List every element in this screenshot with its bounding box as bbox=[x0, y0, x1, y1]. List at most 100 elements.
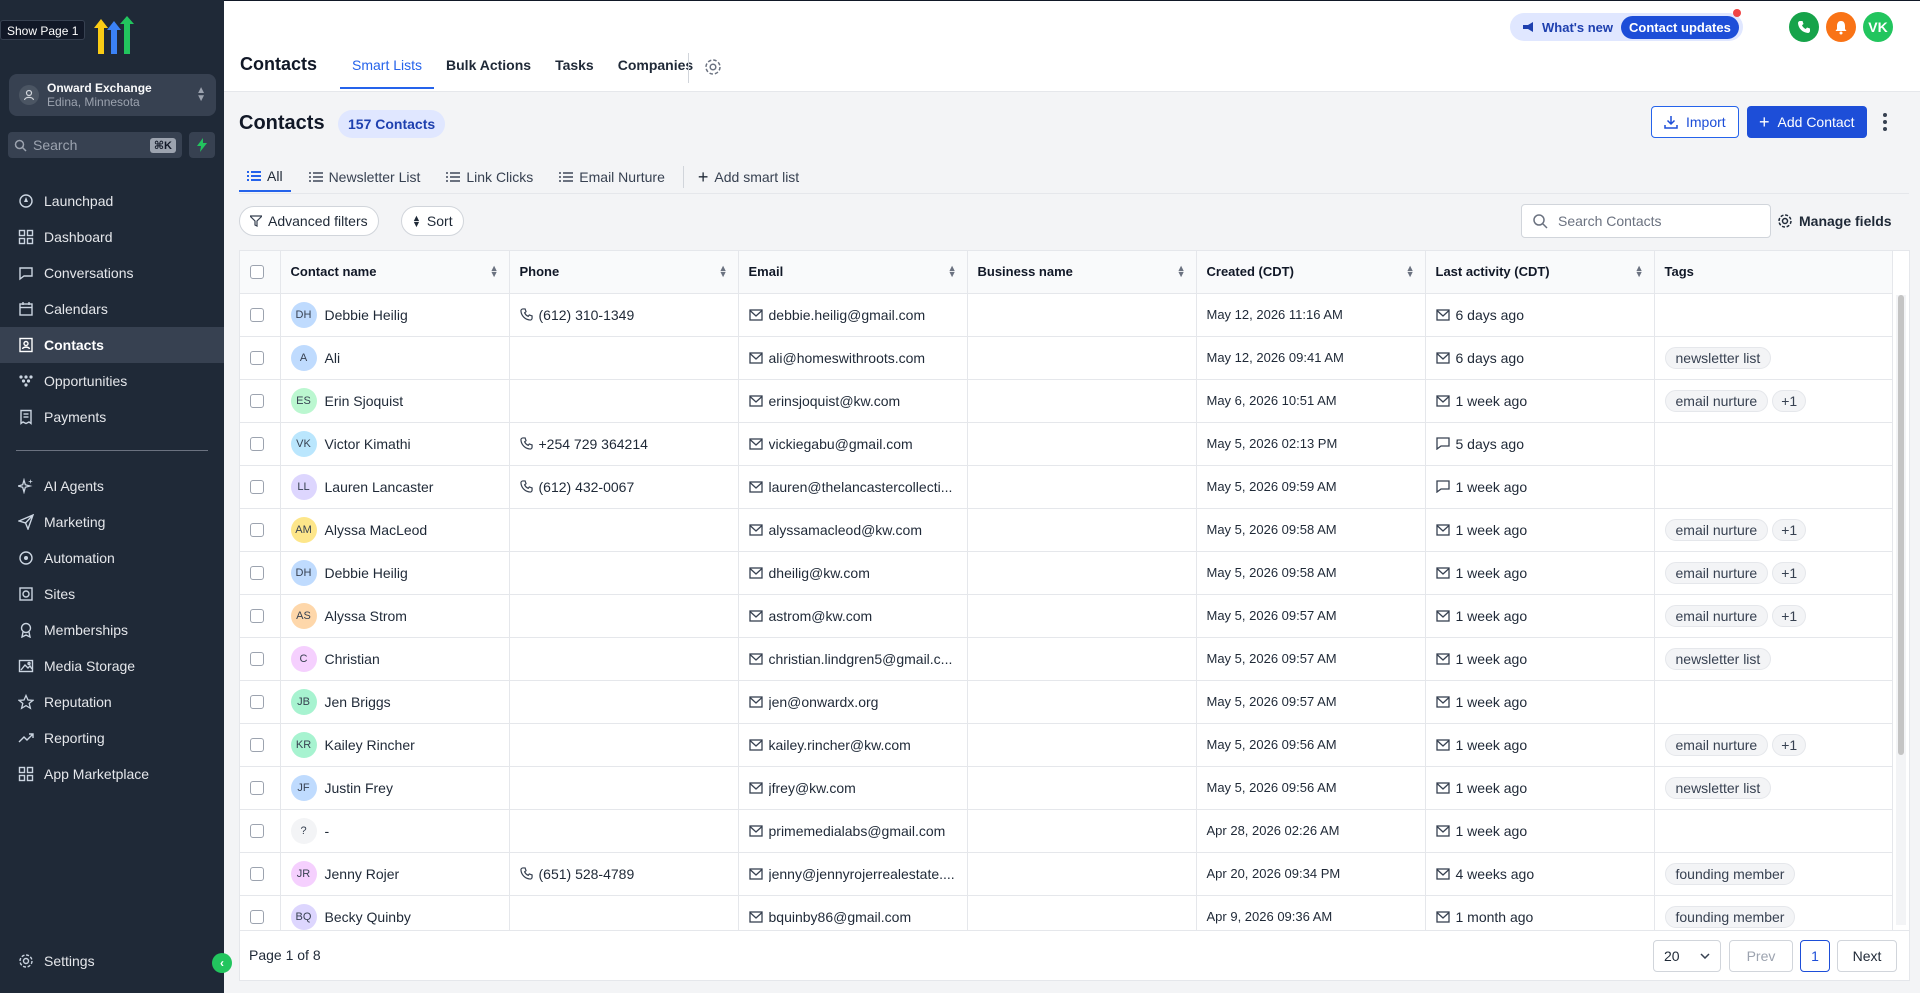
phone-number[interactable]: +254 729 364214 bbox=[539, 436, 648, 452]
contact-name-cell[interactable]: JB Jen Briggs bbox=[280, 680, 510, 724]
contact-name[interactable]: Kailey Rincher bbox=[325, 737, 415, 753]
row-checkbox[interactable] bbox=[250, 307, 264, 322]
select-all-checkbox[interactable] bbox=[250, 264, 264, 279]
tag-chip[interactable]: email nurture bbox=[1664, 389, 1769, 412]
contact-name-cell[interactable]: ? - bbox=[280, 809, 510, 853]
table-row[interactable]: C Christian christian.lindgren5@gmail.c...… bbox=[240, 637, 1893, 681]
sidebar-item-app-marketplace[interactable]: App Marketplace bbox=[0, 756, 224, 792]
add-contact-button[interactable]: + Add Contact bbox=[1747, 106, 1867, 138]
sidebar-item-reputation[interactable]: Reputation bbox=[0, 684, 224, 720]
column-header-created[interactable]: Created (CDT) ▲ ▼ bbox=[1196, 251, 1426, 294]
more-tags-badge[interactable]: +1 bbox=[1772, 733, 1807, 756]
contact-name[interactable]: Alyssa Strom bbox=[325, 608, 407, 624]
tag-chip[interactable]: founding member bbox=[1664, 862, 1796, 885]
advanced-filters-button[interactable]: Advanced filters bbox=[239, 206, 379, 236]
email-address[interactable]: debbie.heilig@gmail.com bbox=[769, 307, 926, 323]
phone-number[interactable]: (612) 432-0067 bbox=[539, 479, 635, 495]
table-row[interactable]: JF Justin Frey jfrey@kw.com May 5, 2026 09:… bbox=[240, 766, 1893, 810]
sort-arrows-icon[interactable]: ▲ ▼ bbox=[719, 264, 728, 279]
contact-name-cell[interactable]: A Ali bbox=[280, 336, 510, 380]
sidebar-item-payments[interactable]: Payments bbox=[0, 399, 224, 435]
sidebar-item-ai-agents[interactable]: AI Agents bbox=[0, 468, 224, 504]
notifications-button[interactable] bbox=[1826, 12, 1856, 42]
email-address[interactable]: lauren@thelancastercollecti... bbox=[769, 479, 953, 495]
sidebar-item-media-storage[interactable]: Media Storage bbox=[0, 648, 224, 684]
tag-chip[interactable]: email nurture bbox=[1664, 561, 1769, 584]
table-row[interactable]: BQ Becky Quinby bquinby86@gmail.com Apr 9, … bbox=[240, 895, 1893, 930]
tag-chip[interactable]: newsletter list bbox=[1664, 346, 1772, 369]
per-page-select[interactable]: 20 bbox=[1653, 940, 1721, 972]
contact-name[interactable]: Alyssa MacLeod bbox=[325, 522, 428, 538]
tab-tasks[interactable]: Tasks bbox=[543, 45, 606, 89]
sort-arrows-icon[interactable]: ▲ ▼ bbox=[948, 264, 957, 279]
prev-page-button[interactable]: Prev bbox=[1729, 940, 1793, 972]
sidebar-item-memberships[interactable]: Memberships bbox=[0, 612, 224, 648]
smart-tab-email-nurture[interactable]: Email Nurture bbox=[551, 162, 673, 192]
contact-name[interactable]: Ali bbox=[325, 350, 341, 366]
sort-button[interactable]: ▲ ▼ Sort bbox=[401, 206, 464, 236]
column-header-contact-name[interactable]: Contact name ▲ ▼ bbox=[280, 251, 510, 294]
row-checkbox[interactable] bbox=[250, 565, 264, 580]
row-checkbox[interactable] bbox=[250, 823, 264, 838]
table-row[interactable]: LL Lauren Lancaster (612) 432-0067 lauren@t… bbox=[240, 465, 1893, 509]
table-row[interactable]: VK Victor Kimathi +254 729 364214 vickiegab… bbox=[240, 422, 1893, 466]
add-smart-list-button[interactable]: + Add smart list bbox=[690, 162, 807, 192]
contact-name-cell[interactable]: AM Alyssa MacLeod bbox=[280, 508, 510, 552]
email-address[interactable]: ali@homeswithroots.com bbox=[769, 350, 926, 366]
tag-chip[interactable]: email nurture bbox=[1664, 604, 1769, 627]
more-options-icon[interactable] bbox=[1882, 112, 1888, 132]
email-address[interactable]: jen@onwardx.org bbox=[769, 694, 879, 710]
email-address[interactable]: alyssamacleod@kw.com bbox=[769, 522, 923, 538]
tab-smart-lists[interactable]: Smart Lists bbox=[340, 45, 435, 89]
column-header-business-name[interactable]: Business name ▲ ▼ bbox=[967, 251, 1197, 294]
row-checkbox[interactable] bbox=[250, 866, 264, 881]
table-row[interactable]: AM Alyssa MacLeod alyssamacleod@kw.com May … bbox=[240, 508, 1893, 552]
sidebar-item-contacts[interactable]: Contacts bbox=[0, 327, 224, 363]
tab-companies[interactable]: Companies bbox=[606, 45, 705, 89]
row-checkbox[interactable] bbox=[250, 694, 264, 709]
row-checkbox[interactable] bbox=[250, 780, 264, 795]
row-checkbox[interactable] bbox=[250, 522, 264, 537]
next-page-button[interactable]: Next bbox=[1837, 940, 1897, 972]
tag-chip[interactable]: email nurture bbox=[1664, 733, 1769, 756]
smart-tab-link-clicks[interactable]: Link Clicks bbox=[438, 162, 541, 192]
row-checkbox[interactable] bbox=[250, 909, 264, 924]
more-tags-badge[interactable]: +1 bbox=[1772, 389, 1807, 412]
user-avatar[interactable]: VK bbox=[1863, 12, 1893, 42]
sidebar-item-dashboard[interactable]: Dashboard bbox=[0, 219, 224, 255]
contact-name-cell[interactable]: DH Debbie Heilig bbox=[280, 293, 510, 337]
tab-bulk-actions[interactable]: Bulk Actions bbox=[434, 45, 543, 89]
smart-tab-newsletter-list[interactable]: Newsletter List bbox=[301, 162, 429, 192]
more-tags-badge[interactable]: +1 bbox=[1772, 604, 1807, 627]
sidebar-item-automation[interactable]: Automation bbox=[0, 540, 224, 576]
scrollbar-thumb[interactable] bbox=[1898, 295, 1904, 755]
contact-name[interactable]: Justin Frey bbox=[325, 780, 393, 796]
search-contacts-input[interactable]: Search Contacts bbox=[1521, 204, 1771, 238]
table-row[interactable]: DH Debbie Heilig dheilig@kw.com May 5, 2026… bbox=[240, 551, 1893, 595]
sidebar-item-settings[interactable]: Settings bbox=[0, 943, 224, 979]
row-checkbox[interactable] bbox=[250, 350, 264, 365]
contact-name-cell[interactable]: DH Debbie Heilig bbox=[280, 551, 510, 595]
table-row[interactable]: JR Jenny Rojer (651) 528-4789 jenny@jennyro… bbox=[240, 852, 1893, 896]
show-page-label[interactable]: Show Page 1 bbox=[0, 20, 86, 40]
phone-number[interactable]: (612) 310-1349 bbox=[539, 307, 635, 323]
column-header-email[interactable]: Email ▲ ▼ bbox=[738, 251, 968, 294]
email-address[interactable]: jenny@jennyrojerrealestate.... bbox=[769, 866, 955, 882]
contact-name[interactable]: Jen Briggs bbox=[325, 694, 391, 710]
contact-name[interactable]: Debbie Heilig bbox=[325, 565, 408, 581]
contact-name-cell[interactable]: LL Lauren Lancaster bbox=[280, 465, 510, 509]
phone-button[interactable] bbox=[1789, 12, 1819, 42]
contacts-settings-gear-icon[interactable] bbox=[704, 58, 722, 76]
sort-arrows-icon[interactable]: ▲ ▼ bbox=[1635, 264, 1644, 279]
column-header-phone[interactable]: Phone ▲ ▼ bbox=[509, 251, 739, 294]
sidebar-item-reporting[interactable]: Reporting bbox=[0, 720, 224, 756]
email-address[interactable]: bquinby86@gmail.com bbox=[769, 909, 912, 925]
sidebar-item-launchpad[interactable]: Launchpad bbox=[0, 183, 224, 219]
location-switcher[interactable]: Onward Exchange Edina, Minnesota ▲ ▼ bbox=[9, 74, 216, 116]
row-checkbox[interactable] bbox=[250, 479, 264, 494]
table-scrollbar[interactable] bbox=[1896, 295, 1906, 925]
tag-chip[interactable]: founding member bbox=[1664, 905, 1796, 928]
email-address[interactable]: dheilig@kw.com bbox=[769, 565, 870, 581]
sort-arrows-icon[interactable]: ▲ ▼ bbox=[1177, 264, 1186, 279]
contact-name-cell[interactable]: JR Jenny Rojer bbox=[280, 852, 510, 896]
